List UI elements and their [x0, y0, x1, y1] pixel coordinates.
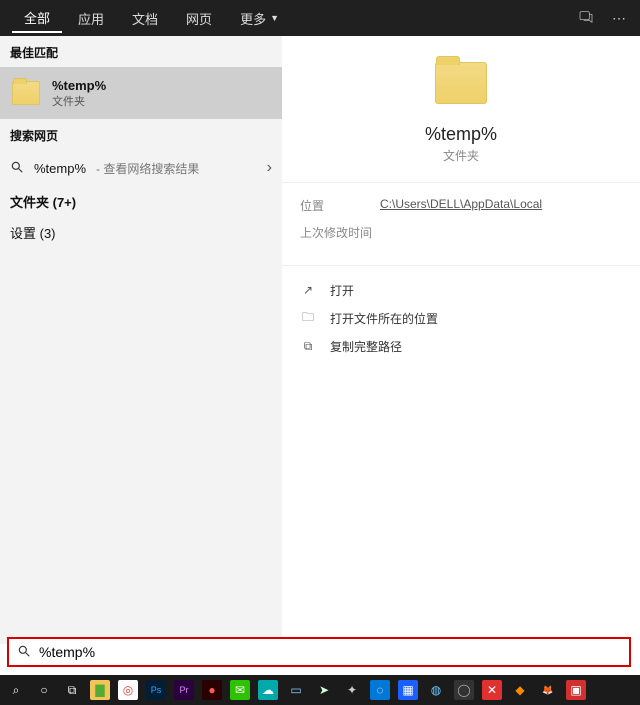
taskbar-puzzle-icon[interactable]: ✦ — [342, 680, 362, 700]
category-folders[interactable]: 文件夹 (7+) — [0, 186, 282, 217]
taskbar-cortana-icon[interactable]: ○ — [34, 680, 54, 700]
action-copy-path-label: 复制完整路径 — [330, 338, 402, 355]
tab-web[interactable]: 网页 — [174, 5, 224, 32]
preview-subtitle: 文件夹 — [443, 147, 479, 164]
taskbar-photoshop-icon[interactable]: Ps — [146, 680, 166, 700]
copy-icon: ⧉ — [300, 339, 316, 354]
result-title: %temp% — [52, 78, 106, 93]
category-settings[interactable]: 设置 (3) — [0, 217, 282, 248]
tab-apps[interactable]: 应用 — [66, 5, 116, 32]
results-pane: 最佳匹配 %temp% 文件夹 搜索网页 %temp% - 查看网络搜索结果 ›… — [0, 36, 282, 644]
search-icon — [10, 160, 24, 177]
taskbar-search-box[interactable] — [7, 637, 631, 667]
meta-location-label: 位置 — [300, 197, 380, 214]
taskbar-taskview-icon[interactable]: ⧉ — [62, 680, 82, 700]
preview-header: %temp% 文件夹 — [282, 36, 640, 183]
preview-title: %temp% — [425, 124, 497, 145]
action-open[interactable]: ↗ 打开 — [300, 276, 622, 304]
preview-pane: %temp% 文件夹 位置 C:\Users\DELL\AppData\Loca… — [282, 36, 640, 644]
taskbar-explorer-icon[interactable]: ▇ — [90, 680, 110, 700]
chevron-right-icon: › — [267, 159, 272, 177]
result-subtitle: 文件夹 — [52, 93, 106, 109]
best-match-result[interactable]: %temp% 文件夹 — [0, 67, 282, 119]
taskbar-app-red-icon[interactable]: ● — [202, 680, 222, 700]
taskbar-steam-icon[interactable]: ➤ — [314, 680, 334, 700]
feedback-icon[interactable] — [578, 9, 594, 28]
taskbar-wechat-icon[interactable]: ✉ — [230, 680, 250, 700]
taskbar-search-icon[interactable]: ⌕ — [6, 680, 26, 700]
taskbar-blue-circle-icon[interactable]: ◌ — [370, 680, 390, 700]
taskbar-chrome-icon[interactable]: ◎ — [118, 680, 138, 700]
folder-location-icon: 🗀 — [300, 308, 316, 329]
taskbar-red-square-icon[interactable]: ▣ — [566, 680, 586, 700]
taskbar: ⌕ ○ ⧉ ▇ ◎ Ps Pr ● ✉ ☁ ▭ ➤ ✦ ◌ ▦ ◍ ◯ ✕ ◆ 🦊 ▣ — [0, 675, 640, 705]
taskbar-premiere-icon[interactable]: Pr — [174, 680, 194, 700]
web-search-row[interactable]: %temp% - 查看网络搜索结果 › — [0, 150, 282, 186]
tab-more[interactable]: 更多 ▼ — [228, 5, 291, 32]
web-search-term: %temp% — [34, 161, 86, 176]
taskbar-globe-icon[interactable]: ◍ — [426, 680, 446, 700]
chevron-down-icon: ▼ — [270, 13, 279, 23]
action-open-label: 打开 — [330, 282, 354, 299]
taskbar-monitor-icon[interactable]: ▭ — [286, 680, 306, 700]
open-icon: ↗ — [300, 283, 316, 297]
preview-metadata: 位置 C:\Users\DELL\AppData\Local 上次修改时间 — [282, 183, 640, 266]
taskbar-red-x-icon[interactable]: ✕ — [482, 680, 502, 700]
taskbar-disc-icon[interactable]: ◯ — [454, 680, 474, 700]
tab-docs[interactable]: 文档 — [120, 5, 170, 32]
search-icon — [17, 644, 31, 661]
search-input[interactable] — [39, 644, 621, 660]
taskbar-cloud-icon[interactable]: ☁ — [258, 680, 278, 700]
search-tabs-bar: 全部 应用 文档 网页 更多 ▼ ⋯ — [0, 0, 640, 36]
meta-location-value[interactable]: C:\Users\DELL\AppData\Local — [380, 197, 542, 214]
best-match-header: 最佳匹配 — [0, 36, 282, 67]
tab-all[interactable]: 全部 — [12, 4, 62, 33]
more-options-button[interactable]: ⋯ — [612, 10, 628, 27]
search-web-header: 搜索网页 — [0, 119, 282, 150]
web-search-suffix: - 查看网络搜索结果 — [96, 160, 199, 177]
folder-icon — [435, 62, 487, 104]
meta-modified-label: 上次修改时间 — [300, 224, 380, 241]
taskbar-firefox-icon[interactable]: 🦊 — [538, 680, 558, 700]
action-copy-path[interactable]: ⧉ 复制完整路径 — [300, 332, 622, 360]
folder-icon — [12, 81, 40, 105]
search-main: 最佳匹配 %temp% 文件夹 搜索网页 %temp% - 查看网络搜索结果 ›… — [0, 36, 640, 644]
action-open-location-label: 打开文件所在的位置 — [330, 310, 438, 327]
action-open-location[interactable]: 🗀 打开文件所在的位置 — [300, 304, 622, 332]
taskbar-orange-icon[interactable]: ◆ — [510, 680, 530, 700]
taskbar-grid-icon[interactable]: ▦ — [398, 680, 418, 700]
tab-more-label: 更多 — [240, 9, 266, 28]
preview-actions: ↗ 打开 🗀 打开文件所在的位置 ⧉ 复制完整路径 — [282, 266, 640, 370]
